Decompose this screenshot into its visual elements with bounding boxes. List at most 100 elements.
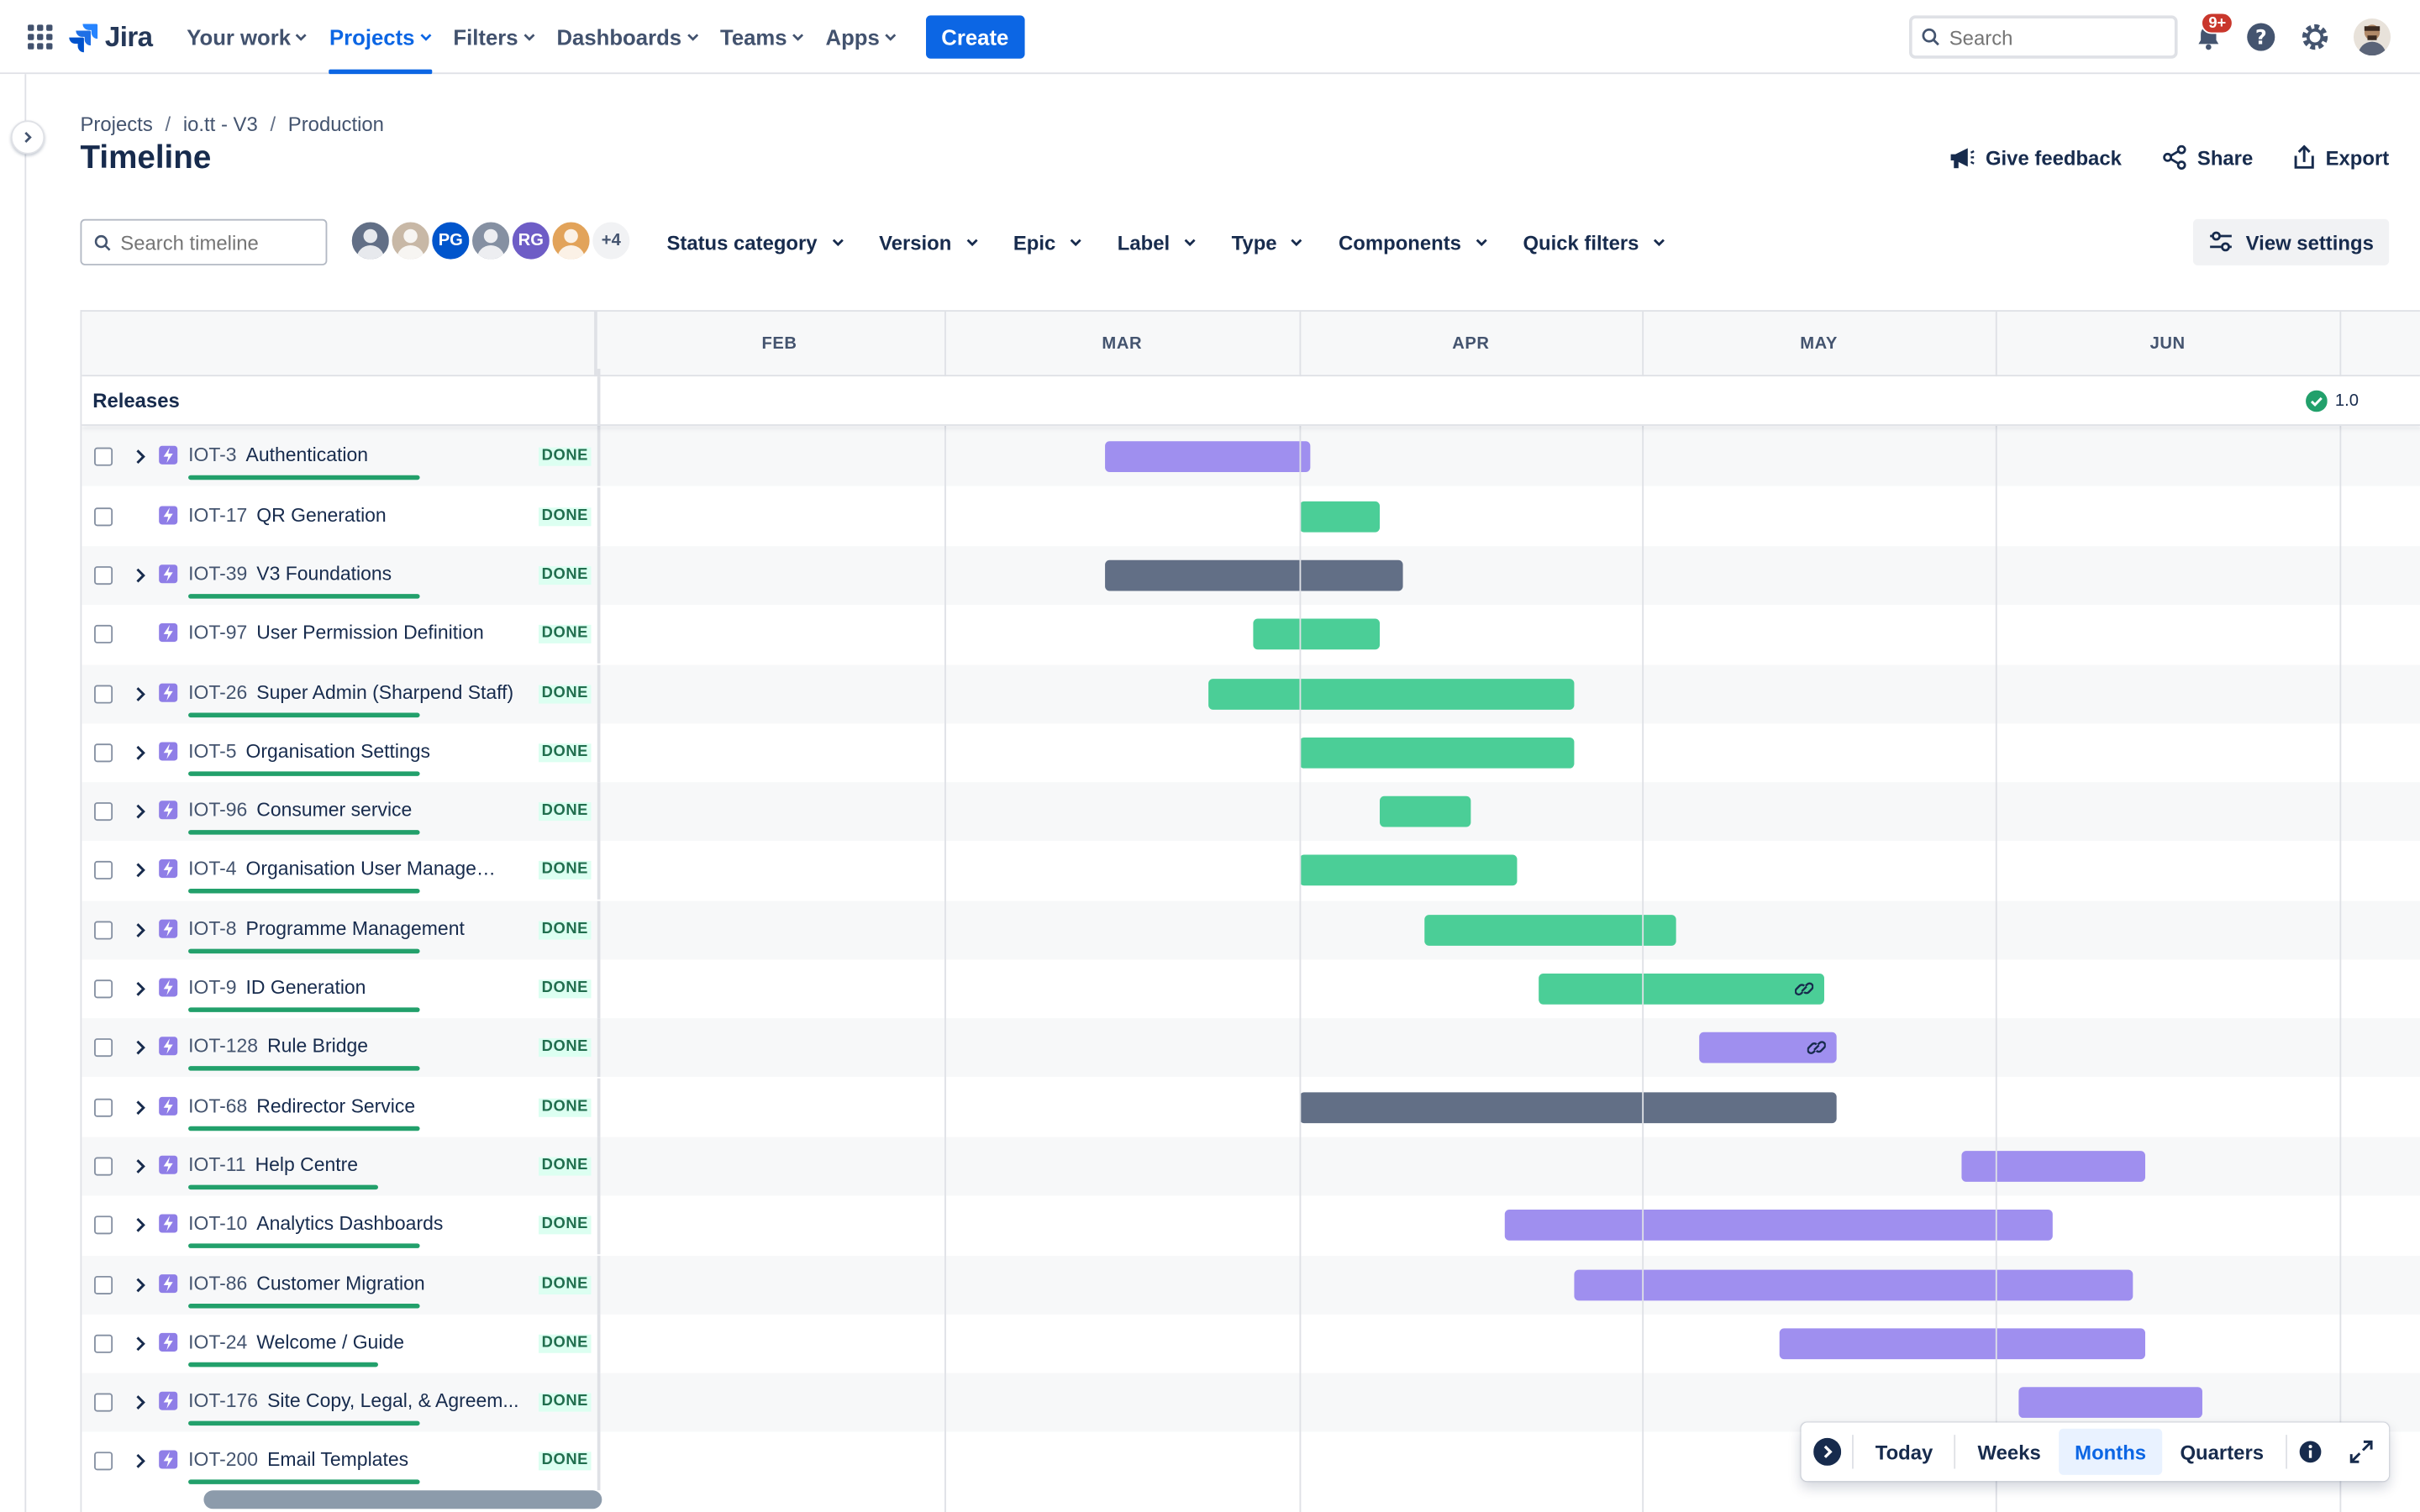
timeline-row[interactable]: IOT-24 Welcome / Guide DONE (82, 1314, 2420, 1373)
issue-link[interactable]: IOT-9 ID Generation (188, 977, 366, 999)
timeline-row[interactable]: IOT-4 Organisation User Manageme... DONE (82, 841, 2420, 900)
issue-link[interactable]: IOT-200 Email Templates (188, 1449, 408, 1471)
zoom-weeks-button[interactable]: Weeks (1962, 1429, 2056, 1475)
filter-epic[interactable]: Epic (1001, 219, 1105, 265)
timeline-row[interactable]: IOT-97 User Permission Definition DONE (82, 605, 2420, 664)
row-checkbox[interactable] (94, 1038, 113, 1058)
timeline-bar[interactable] (1961, 1150, 2145, 1182)
issue-link[interactable]: IOT-8 Programme Management (188, 917, 465, 939)
link-icon[interactable] (1795, 981, 1814, 996)
view-settings-button[interactable]: View settings (2193, 218, 2390, 265)
row-checkbox[interactable] (94, 979, 113, 999)
timeline-bar[interactable] (1299, 737, 1574, 769)
timeline-bar[interactable] (1299, 855, 1517, 886)
issue-link[interactable]: IOT-68 Redirector Service (188, 1095, 415, 1116)
nav-item-filters[interactable]: Filters (443, 0, 546, 74)
legend-info-button[interactable] (2287, 1440, 2335, 1464)
timeline-bar[interactable] (1379, 795, 1471, 827)
issue-link[interactable]: IOT-4 Organisation User Manageme... (188, 858, 508, 880)
row-checkbox[interactable] (94, 802, 113, 822)
chevron-right-icon[interactable] (133, 685, 148, 703)
zoom-quarters-button[interactable]: Quarters (2165, 1429, 2279, 1475)
timeline-row[interactable]: IOT-128 Rule Bridge DONE (82, 1018, 2420, 1078)
export-button[interactable]: Export (2293, 144, 2389, 170)
assignee-avatar[interactable] (549, 218, 593, 263)
chevron-right-icon[interactable] (133, 448, 148, 466)
row-checkbox[interactable] (94, 861, 113, 880)
timeline-bar[interactable] (1104, 559, 1402, 591)
settings-button[interactable] (2298, 20, 2332, 54)
timeline-bar[interactable] (1573, 1268, 2133, 1300)
chevron-right-icon[interactable] (133, 1394, 148, 1412)
jira-logo[interactable]: Jira (68, 18, 153, 55)
timeline-search-input[interactable] (120, 230, 322, 255)
give-feedback-button[interactable]: Give feedback (1947, 145, 2122, 170)
issue-link[interactable]: IOT-39 V3 Foundations (188, 563, 392, 585)
collapse-panel-button[interactable] (1801, 1437, 1852, 1466)
row-checkbox[interactable] (94, 448, 113, 467)
more-assignees-button[interactable]: +4 (589, 218, 634, 263)
chevron-right-icon[interactable] (133, 802, 148, 821)
row-checkbox[interactable] (94, 1097, 113, 1117)
timeline-bar[interactable] (1505, 1210, 2054, 1242)
timeline-bar[interactable] (1299, 501, 1380, 532)
filter-type[interactable]: Type (1219, 219, 1326, 265)
timeline-row[interactable]: IOT-86 Customer Migration DONE (82, 1255, 2420, 1314)
row-checkbox[interactable] (94, 1157, 113, 1176)
timeline-row[interactable]: IOT-96 Consumer service DONE (82, 782, 2420, 842)
help-button[interactable]: ? (2244, 20, 2278, 54)
timeline-bar[interactable] (1779, 1328, 2145, 1359)
row-checkbox[interactable] (94, 625, 113, 644)
timeline-row[interactable]: IOT-17 QR Generation DONE (82, 486, 2420, 546)
timeline-row[interactable]: IOT-68 Redirector Service DONE (82, 1078, 2420, 1137)
chevron-right-icon[interactable] (133, 1452, 148, 1471)
filter-version[interactable]: Version (866, 219, 1001, 265)
row-checkbox[interactable] (94, 920, 113, 939)
issue-link[interactable]: IOT-5 Organisation Settings (188, 740, 430, 762)
timeline-row[interactable]: IOT-10 Analytics Dashboards DONE (82, 1195, 2420, 1255)
timeline-bar[interactable] (1424, 914, 1676, 946)
link-icon[interactable] (1806, 1040, 1826, 1055)
create-button[interactable]: Create (925, 15, 1024, 59)
issue-link[interactable]: IOT-86 Customer Migration (188, 1272, 425, 1294)
search-input[interactable] (1949, 25, 2165, 49)
filter-components[interactable]: Components (1326, 219, 1510, 265)
issue-link[interactable]: IOT-26 Super Admin (Sharpend Staff) (188, 681, 513, 703)
issue-link[interactable]: IOT-3 Authentication (188, 445, 368, 467)
issue-link[interactable]: IOT-97 User Permission Definition (188, 622, 484, 644)
timeline-bar[interactable] (2018, 1387, 2202, 1419)
timeline-bar[interactable] (1253, 618, 1380, 650)
timeline-bar[interactable] (1539, 973, 1825, 1005)
issue-link[interactable]: IOT-10 Analytics Dashboards (188, 1213, 443, 1235)
today-button[interactable]: Today (1860, 1429, 1948, 1475)
timeline-row[interactable]: IOT-5 Organisation Settings DONE (82, 723, 2420, 782)
timeline-row[interactable]: IOT-39 V3 Foundations DONE (82, 545, 2420, 605)
row-checkbox[interactable] (94, 684, 113, 703)
row-checkbox[interactable] (94, 1452, 113, 1472)
breadcrumb-project[interactable]: io.tt - V3 (183, 113, 258, 136)
chevron-right-icon[interactable] (133, 862, 148, 880)
timeline-row[interactable]: IOT-8 Programme Management DONE (82, 900, 2420, 959)
timeline-row[interactable]: IOT-9 ID Generation DONE (82, 959, 2420, 1019)
assignee-avatar[interactable] (349, 218, 392, 263)
row-checkbox[interactable] (94, 1215, 113, 1235)
issue-link[interactable]: IOT-176 Site Copy, Legal, & Agreem... (188, 1390, 518, 1412)
timeline-search[interactable] (80, 218, 328, 265)
chevron-right-icon[interactable] (133, 921, 148, 939)
zoom-months-button[interactable]: Months (2059, 1428, 2162, 1475)
filter-status-category[interactable]: Status category (655, 219, 867, 265)
issue-link[interactable]: IOT-11 Help Centre (188, 1154, 358, 1176)
timeline-row[interactable]: IOT-3 Authentication DONE (82, 428, 2420, 487)
assignee-avatar[interactable]: RG (509, 218, 553, 263)
nav-item-apps[interactable]: Apps (815, 0, 908, 74)
issue-link[interactable]: IOT-128 Rule Bridge (188, 1036, 368, 1058)
share-button[interactable]: Share (2162, 144, 2253, 170)
filter-label[interactable]: Label (1105, 219, 1219, 265)
nav-item-your-work[interactable]: Your work (176, 0, 318, 74)
chevron-right-icon[interactable] (133, 979, 148, 998)
chevron-right-icon[interactable] (133, 1275, 148, 1294)
row-checkbox[interactable] (94, 1393, 113, 1412)
horizontal-scrollbar[interactable] (203, 1490, 602, 1509)
chevron-right-icon[interactable] (133, 1157, 148, 1175)
issue-link[interactable]: IOT-96 Consumer service (188, 800, 412, 822)
